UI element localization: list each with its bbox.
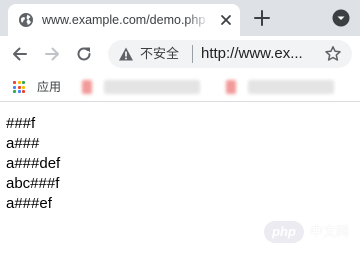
blurred-bookmark-favicon[interactable] bbox=[226, 80, 236, 94]
reload-icon[interactable] bbox=[74, 44, 94, 64]
apps-grid-dot bbox=[13, 85, 16, 89]
output-line: ###f bbox=[6, 115, 36, 132]
tab-search-icon[interactable] bbox=[332, 9, 350, 27]
apps-grid-dot bbox=[22, 81, 25, 84]
address-bar[interactable]: 不安全 http://www.ex... bbox=[108, 40, 352, 68]
apps-grid-dot bbox=[17, 85, 21, 89]
url-text[interactable]: http://www.ex... bbox=[201, 45, 313, 63]
star-icon[interactable] bbox=[324, 45, 342, 63]
tab-title-fade bbox=[186, 8, 210, 32]
blurred-bookmark-label[interactable] bbox=[248, 80, 334, 94]
arrow-right-icon[interactable] bbox=[42, 44, 62, 64]
tab-title: www.example.com/demo.php bbox=[42, 13, 206, 27]
output-line: abc###f bbox=[6, 175, 60, 192]
new-tab-plus-icon[interactable] bbox=[252, 8, 272, 28]
apps-bookmark-label[interactable]: 应用 bbox=[37, 80, 61, 94]
output-line: a### bbox=[6, 135, 40, 152]
blurred-bookmark-label[interactable] bbox=[104, 80, 200, 94]
apps-grid-dot bbox=[17, 90, 21, 93]
blurred-bookmark-favicon[interactable] bbox=[82, 80, 92, 94]
close-icon[interactable] bbox=[218, 12, 234, 28]
apps-grid-dot bbox=[17, 81, 21, 84]
browser-toolbar: 不安全 http://www.ex... bbox=[0, 36, 360, 72]
apps-grid-dot bbox=[22, 90, 25, 93]
apps-grid-dot bbox=[22, 85, 25, 89]
page-content: ###f a### a###def abc###f a###ef bbox=[6, 114, 60, 214]
globe-icon bbox=[19, 13, 33, 27]
tab-strip: www.example.com/demo.php bbox=[0, 0, 360, 36]
php-cn-watermark: php 中文网 bbox=[264, 221, 356, 243]
apps-grid-icon[interactable] bbox=[13, 81, 25, 93]
watermark-badge-text: php bbox=[272, 224, 296, 239]
active-tab[interactable]: www.example.com/demo.php bbox=[8, 4, 240, 36]
info-icon[interactable] bbox=[118, 46, 134, 62]
output-line: a###def bbox=[6, 155, 61, 172]
output-line: a###ef bbox=[6, 195, 52, 212]
security-status-label[interactable]: 不安全 bbox=[140, 46, 179, 62]
arrow-left-icon[interactable] bbox=[10, 44, 30, 64]
apps-grid-dot bbox=[13, 81, 16, 84]
apps-grid-dot bbox=[13, 90, 16, 93]
watermark-text: 中文网 bbox=[310, 224, 350, 239]
omnibox-divider bbox=[192, 45, 193, 63]
bookmarks-bar: 应用 bbox=[0, 72, 360, 102]
